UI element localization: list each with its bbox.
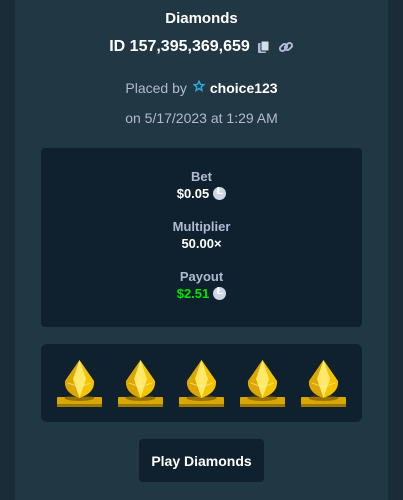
bet-date: on 5/17/2023 at 1:29 AM — [125, 110, 278, 126]
gem-tile — [117, 357, 164, 409]
bet-stats-panel: Bet $0.05 Multiplier 50.00× Payout $2.51 — [41, 148, 362, 327]
bet-label: Bet — [191, 169, 212, 184]
username: choice123 — [209, 79, 278, 96]
bet-amount: $0.05 — [176, 186, 210, 201]
yellow-diamond-icon — [179, 360, 224, 407]
bet-id: ID 157,395,369,659 — [109, 38, 250, 55]
yellow-diamond-icon — [240, 360, 285, 407]
payout-stat: Payout $2.51 — [41, 269, 362, 303]
vip-star-icon — [192, 79, 206, 96]
multiplier-label: Multiplier — [172, 219, 231, 234]
yellow-diamond-icon — [118, 360, 163, 407]
bet-value-row: $0.05 — [177, 186, 227, 201]
payout-label: Payout — [179, 269, 224, 284]
yellow-diamond-icon — [57, 360, 102, 407]
gem-tile — [239, 357, 286, 409]
yellow-diamond-icon — [301, 360, 346, 407]
gem-tile — [178, 357, 225, 409]
payout-amount: $2.51 — [176, 286, 210, 301]
placed-by-row: Placed by choice123 — [15, 79, 388, 96]
user-link[interactable]: choice123 — [192, 79, 278, 96]
litecoin-icon — [213, 186, 227, 200]
multiplier-value: 50.00× — [181, 236, 222, 251]
payout-value-row: $2.51 — [177, 286, 227, 301]
multiplier-stat: Multiplier 50.00× — [41, 219, 362, 253]
bet-details-modal: Diamonds ID 157,395,369,659 Placed by ch… — [15, 0, 388, 500]
bet-stat: Bet $0.05 — [41, 169, 362, 203]
gem-tile — [56, 357, 103, 409]
copy-icon[interactable] — [256, 39, 272, 55]
gem-tile — [300, 357, 347, 409]
play-diamonds-button[interactable]: Play Diamonds — [139, 439, 264, 482]
link-icon[interactable] — [278, 39, 294, 55]
game-title: Diamonds — [165, 10, 238, 27]
litecoin-icon — [213, 286, 227, 300]
bet-id-row: ID 157,395,369,659 — [15, 38, 388, 56]
diamond-tiles-row — [41, 344, 362, 422]
placed-by-label: Placed by — [125, 79, 187, 96]
